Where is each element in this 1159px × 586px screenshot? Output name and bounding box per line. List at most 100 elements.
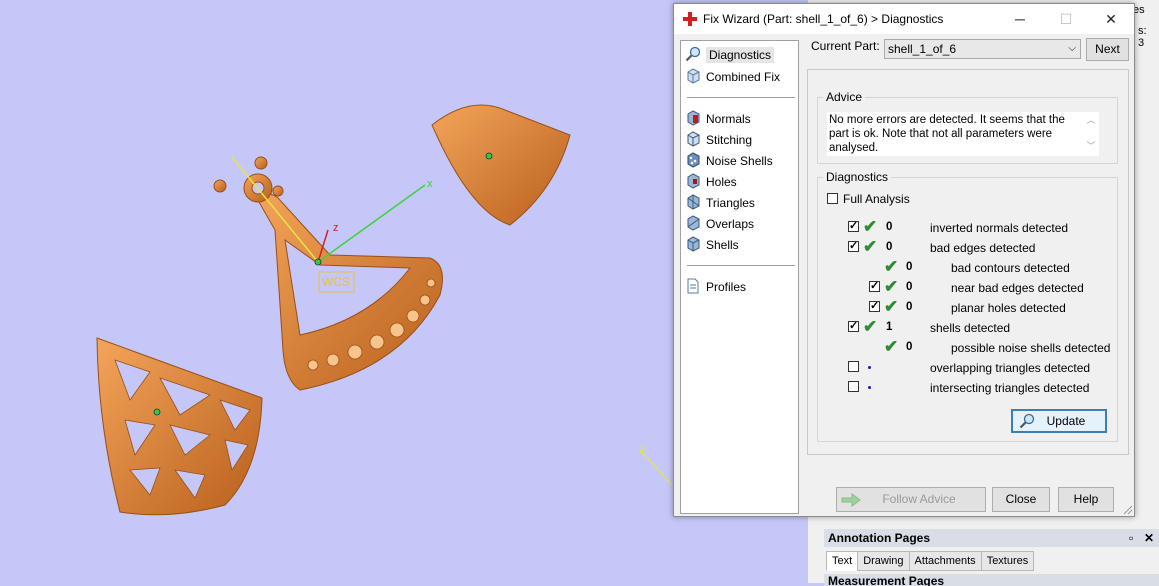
ok-check-icon: ✔ — [884, 337, 899, 356]
ok-check-icon: ✔ — [884, 257, 899, 276]
axis-y-label: y — [640, 443, 645, 454]
advice-scrollbar[interactable]: ︿ ﹀ — [1084, 113, 1098, 155]
diagnostic-label: bad contours detected — [951, 261, 1070, 275]
ok-check-icon: ✔ — [884, 277, 899, 296]
nav-item-holes[interactable]: Holes — [685, 172, 737, 192]
diagnostic-count: 0 — [906, 341, 913, 353]
diagnostic-count: 0 — [906, 261, 913, 273]
background-tab-2: s: 3 — [1138, 25, 1147, 49]
cube-icon — [687, 68, 700, 84]
diagnostic-checkbox[interactable] — [848, 381, 859, 392]
diagnostic-checkbox[interactable] — [848, 239, 859, 252]
arrow-right-icon — [841, 493, 861, 507]
normals-cube-icon — [687, 110, 700, 126]
diagnostic-label: possible noise shells detected — [951, 341, 1111, 355]
measurement-pages-title: Measurement Pages — [828, 574, 945, 586]
advice-group: Advice No more errors are detected. It s… — [817, 90, 1118, 164]
advice-text-box: No more errors are detected. It seems th… — [827, 112, 1099, 156]
diagnostics-title: Diagnostics — [823, 170, 892, 184]
diagnostics-group: Diagnostics Full Analysis ✔ 0 inverted nor… — [817, 170, 1118, 442]
nav-item-noise-shells[interactable]: Noise Shells — [685, 151, 773, 171]
tab-drawing[interactable]: Drawing — [857, 551, 910, 571]
ok-check-icon: ✔ — [884, 297, 899, 316]
stitching-cube-icon — [687, 131, 700, 147]
annotation-pages-header: Annotation Pages ▫ ✕ — [824, 529, 1159, 547]
noise-shells-icon — [687, 152, 700, 168]
shells-cube-icon — [687, 236, 700, 252]
magnifier-icon — [685, 46, 701, 62]
update-label: Update — [1046, 414, 1086, 428]
advice-text: No more errors are detected. It seems th… — [829, 114, 1065, 154]
title-bar[interactable]: Fix Wizard (Part: shell_1_of_6) > Diagno… — [674, 4, 1134, 34]
diagnostics-panel: Advice No more errors are detected. It s… — [807, 69, 1129, 455]
annotation-pages-title: Annotation Pages — [828, 531, 931, 545]
next-button[interactable]: Next — [1086, 38, 1129, 61]
fix-wizard-dialog: Fix Wizard (Part: shell_1_of_6) > Diagno… — [673, 3, 1135, 517]
full-analysis-label: Full Analysis — [843, 192, 910, 206]
current-part-value: shell_1_of_6 — [888, 42, 957, 56]
nav-item-stitching[interactable]: Stitching — [685, 130, 752, 150]
nav-item-diagnostics[interactable]: Diagnostics — [685, 45, 775, 65]
red-cross-icon — [683, 12, 697, 26]
diagnostic-count: 0 — [886, 221, 893, 233]
axis-x-label: x — [427, 178, 433, 190]
nav-item-overlaps[interactable]: Overlaps — [685, 214, 754, 234]
current-part-select[interactable]: shell_1_of_6 ⌵ — [884, 39, 1081, 59]
tab-textures[interactable]: Textures — [980, 551, 1035, 571]
restore-icon[interactable]: ▫ — [1129, 529, 1133, 547]
tab-attachments[interactable]: Attachments — [908, 551, 982, 571]
annotation-tabs: Text Drawing Attachments Textures — [826, 551, 1035, 571]
overlaps-cube-icon — [687, 215, 700, 231]
diagnostic-checkbox[interactable] — [848, 361, 859, 372]
follow-advice-button[interactable]: Follow Advice — [836, 487, 986, 512]
measurement-pages-header: Measurement Pages — [824, 574, 1159, 586]
ok-check-icon: ✔ — [863, 317, 878, 336]
not-run-dot-icon — [868, 386, 871, 389]
diagnostic-label: intersecting triangles detected — [930, 381, 1090, 395]
ok-check-icon: ✔ — [863, 217, 878, 236]
ok-check-icon: ✔ — [863, 237, 878, 256]
follow-advice-label: Follow Advice — [882, 492, 956, 506]
not-run-dot-icon — [868, 366, 871, 369]
diagnostic-label: inverted normals detected — [930, 221, 1069, 235]
nav-item-combined-fix[interactable]: Combined Fix — [685, 67, 780, 87]
minimize-button[interactable]: ─ — [997, 4, 1043, 34]
diagnostic-label: overlapping triangles detected — [930, 361, 1091, 375]
close-icon[interactable]: ✕ — [1144, 529, 1154, 547]
resize-grip-icon[interactable] — [1123, 505, 1133, 515]
chevron-down-icon: ⌵ — [1068, 43, 1076, 54]
help-button[interactable]: Help — [1058, 487, 1114, 512]
tab-text[interactable]: Text — [826, 551, 859, 571]
diagnostic-checkbox[interactable] — [848, 319, 859, 332]
diagnostic-label: shells detected — [930, 321, 1011, 335]
nav-item-triangles[interactable]: Triangles — [685, 193, 755, 213]
close-dialog-button[interactable]: Close — [992, 487, 1050, 512]
close-button[interactable]: ✕ — [1088, 4, 1134, 34]
advice-title: Advice — [823, 90, 866, 104]
diagnostic-label: near bad edges detected — [951, 281, 1084, 295]
wizard-nav-list: Diagnostics Combined Fix Normals Stitchi… — [680, 40, 799, 514]
diagnostic-label: bad edges detected — [930, 241, 1036, 255]
nav-separator — [687, 97, 795, 98]
current-part-label: Current Part: — [811, 39, 880, 53]
holes-cube-icon — [687, 173, 700, 189]
maximize-button[interactable]: ☐ — [1043, 4, 1089, 34]
diagnostic-checkbox[interactable] — [869, 279, 880, 292]
axis-z-label: z — [333, 222, 339, 234]
magnifier-icon — [1019, 413, 1035, 429]
diagnostic-count: 0 — [906, 301, 913, 313]
diagnostic-checkbox[interactable] — [869, 299, 880, 312]
full-analysis-checkbox[interactable] — [827, 193, 838, 204]
triangles-cube-icon — [687, 194, 700, 210]
diagnostic-count: 1 — [886, 321, 893, 333]
update-button[interactable]: Update — [1011, 409, 1107, 433]
nav-separator — [687, 265, 795, 266]
nav-item-profiles[interactable]: Profiles — [685, 277, 746, 297]
document-icon — [687, 278, 699, 294]
diagnostic-count: 0 — [886, 241, 893, 253]
nav-item-shells[interactable]: Shells — [685, 235, 739, 255]
wcs-label: WCS — [322, 275, 350, 289]
diagnostic-checkbox[interactable] — [848, 219, 859, 232]
nav-item-normals[interactable]: Normals — [685, 109, 751, 129]
diagnostic-label: planar holes detected — [951, 301, 1066, 315]
